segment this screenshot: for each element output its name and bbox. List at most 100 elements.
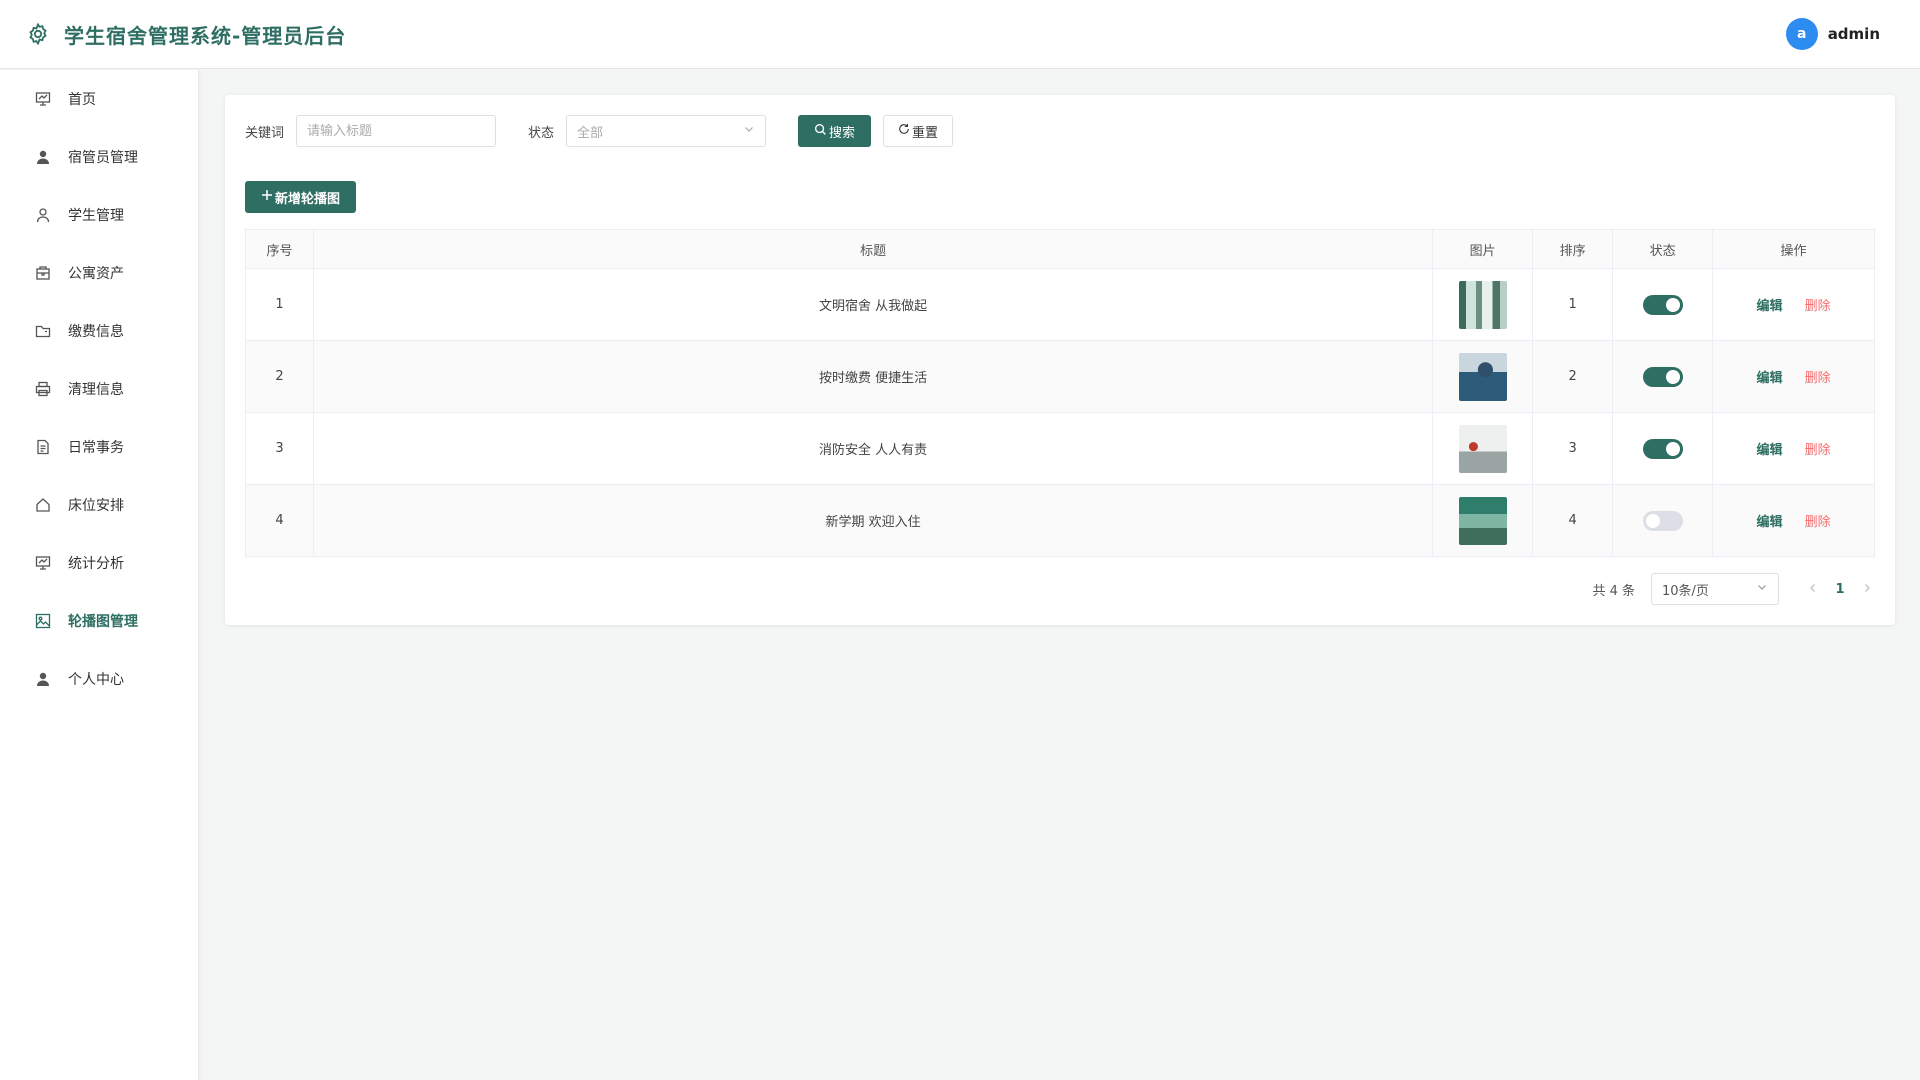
table-row: 1 文明宿舍 从我做起 1 编辑 删除 — [245, 268, 1875, 341]
toggle-knob — [1665, 369, 1680, 384]
user-menu[interactable]: a admin — [1785, 18, 1880, 50]
page-number-current[interactable]: 1 — [1823, 582, 1857, 597]
search-icon — [814, 123, 827, 140]
column-header: 排序 — [1532, 229, 1614, 269]
chevron-down-icon — [743, 123, 755, 139]
carousel-thumbnail[interactable] — [1458, 424, 1507, 473]
sidebar-item-label: 统计分析 — [68, 556, 124, 572]
row-sort: 1 — [1532, 268, 1614, 341]
edit-link[interactable]: 编辑 — [1756, 443, 1782, 458]
delete-link[interactable]: 删除 — [1805, 443, 1831, 458]
picture-icon — [34, 612, 52, 630]
delete-link[interactable]: 删除 — [1805, 299, 1831, 314]
search-button-label: 搜索 — [829, 125, 856, 141]
sidebar-item-label: 轮播图管理 — [68, 614, 138, 630]
sidebar-item-cleaning[interactable]: 清理信息 — [0, 360, 198, 418]
plus-icon — [261, 189, 273, 205]
filter-bar: 关键词 状态 全部 搜索 重置 — [245, 115, 954, 147]
toggle-knob — [1665, 297, 1680, 312]
row-index: 1 — [245, 268, 314, 341]
carousel-thumbnail[interactable] — [1458, 496, 1507, 545]
image-cell — [1432, 340, 1534, 413]
column-header: 操作 — [1712, 229, 1875, 269]
edit-link[interactable]: 编辑 — [1756, 371, 1782, 386]
app-title: 学生宿舍管理系统-管理员后台 — [64, 23, 347, 48]
sidebar-item-beds[interactable]: 床位安排 — [0, 476, 198, 534]
actions-cell: 编辑 删除 — [1712, 412, 1875, 485]
row-index: 4 — [245, 484, 314, 557]
actions-cell: 编辑 删除 — [1712, 340, 1875, 413]
status-cell — [1612, 484, 1714, 557]
actions-cell: 编辑 删除 — [1712, 484, 1875, 557]
page-size-value: 10条/页 — [1662, 583, 1709, 599]
dashboard-icon — [34, 90, 52, 108]
status-toggle[interactable] — [1642, 510, 1683, 531]
column-header: 序号 — [245, 229, 314, 269]
sidebar-item-label: 宿管员管理 — [68, 150, 138, 166]
gear-icon — [24, 20, 52, 48]
prev-page-button[interactable] — [1803, 582, 1823, 597]
status-toggle[interactable] — [1642, 366, 1683, 387]
row-title: 新学期 欢迎入住 — [312, 484, 1434, 557]
chevron-left-icon — [1810, 583, 1815, 592]
sidebar-item-statistics[interactable]: 统计分析 — [0, 534, 198, 592]
main-card: 关键词 状态 全部 搜索 重置 新增轮播图 — [225, 95, 1895, 625]
add-carousel-label: 新增轮播图 — [275, 191, 341, 207]
package-icon — [34, 264, 52, 282]
image-cell — [1432, 268, 1534, 341]
add-carousel-button[interactable]: 新增轮播图 — [245, 181, 357, 213]
keyword-input[interactable] — [296, 115, 497, 147]
pagination-total: 共 4 条 — [1592, 583, 1635, 599]
sidebar-item-daily-affairs[interactable]: 日常事务 — [0, 418, 198, 476]
sidebar-item-label: 日常事务 — [68, 440, 124, 456]
carousel-thumbnail[interactable] — [1458, 352, 1507, 401]
column-header: 状态 — [1612, 229, 1714, 269]
user-filled-icon — [34, 148, 52, 166]
sidebar-item-label: 清理信息 — [68, 382, 124, 398]
username[interactable]: admin — [1828, 25, 1880, 43]
pagination: 共 4 条 10条/页 1 — [1592, 573, 1877, 605]
sidebar-item-students[interactable]: 学生管理 — [0, 186, 198, 244]
sidebar-item-assets[interactable]: 公寓资产 — [0, 244, 198, 302]
edit-link[interactable]: 编辑 — [1756, 299, 1782, 314]
status-select[interactable]: 全部 — [566, 115, 767, 147]
status-toggle[interactable] — [1642, 438, 1683, 459]
status-toggle[interactable] — [1642, 294, 1683, 315]
chart-icon — [34, 554, 52, 572]
page-size-select[interactable]: 10条/页 — [1651, 573, 1779, 605]
sidebar-item-label: 学生管理 — [68, 208, 124, 224]
row-sort: 2 — [1532, 340, 1614, 413]
column-header: 标题 — [312, 229, 1434, 269]
image-cell — [1432, 484, 1534, 557]
table-row: 3 消防安全 人人有责 3 编辑 删除 — [245, 412, 1875, 485]
sidebar-item-payments[interactable]: 缴费信息 — [0, 302, 198, 360]
document-icon — [34, 438, 52, 456]
sidebar-item-home[interactable]: 首页 — [0, 70, 198, 128]
user-icon — [34, 206, 52, 224]
reset-button[interactable]: 重置 — [883, 115, 954, 147]
row-title: 消防安全 人人有责 — [312, 412, 1434, 485]
column-header: 图片 — [1432, 229, 1534, 269]
reset-button-label: 重置 — [912, 125, 939, 141]
status-cell — [1612, 268, 1714, 341]
sidebar-item-label: 缴费信息 — [68, 324, 124, 340]
next-page-button[interactable] — [1857, 582, 1877, 597]
edit-link[interactable]: 编辑 — [1756, 515, 1782, 530]
search-button[interactable]: 搜索 — [798, 115, 872, 147]
sidebar-item-profile[interactable]: 个人中心 — [0, 650, 198, 708]
sidebar-item-dorm-managers[interactable]: 宿管员管理 — [0, 128, 198, 186]
sidebar-item-label: 首页 — [68, 92, 96, 108]
avatar[interactable]: a — [1785, 18, 1818, 50]
row-index: 2 — [245, 340, 314, 413]
toggle-knob — [1645, 513, 1660, 528]
folder-icon — [34, 322, 52, 340]
row-index: 3 — [245, 412, 314, 485]
sidebar-item-carousel[interactable]: 轮播图管理 — [0, 592, 198, 650]
delete-link[interactable]: 删除 — [1805, 515, 1831, 530]
delete-link[interactable]: 删除 — [1805, 371, 1831, 386]
carousel-thumbnail[interactable] — [1458, 280, 1507, 329]
refresh-icon — [898, 123, 910, 139]
status-select-value: 全部 — [577, 125, 604, 141]
chevron-down-icon — [1756, 581, 1768, 597]
row-sort: 4 — [1532, 484, 1614, 557]
